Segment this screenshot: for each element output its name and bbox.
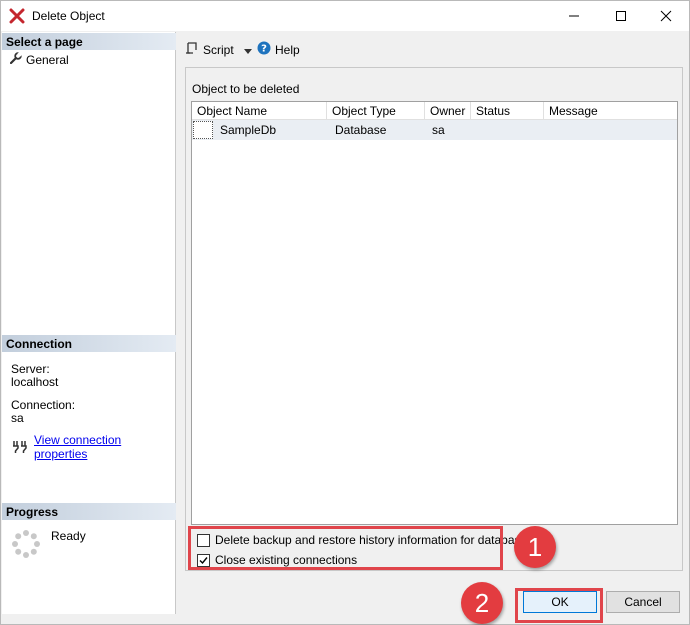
cell-object-type: Database (335, 123, 387, 137)
grid-header: Object Name Object Type Owner Status Mes… (192, 102, 677, 120)
server-value: localhost (11, 375, 59, 389)
table-row[interactable]: SampleDb Database sa (192, 120, 677, 140)
server-label: Server: (11, 362, 50, 376)
column-header-owner[interactable]: Owner (425, 102, 471, 120)
view-connection-properties-row: View connection properties (12, 433, 175, 461)
window-title: Delete Object (32, 9, 105, 23)
options-highlight-box (188, 526, 503, 570)
left-panel: Select a page General Connection Server:… (2, 32, 176, 614)
toolbar: Script ? Help (177, 32, 689, 65)
help-button[interactable]: ? Help (257, 41, 300, 58)
maximize-button[interactable] (598, 1, 644, 31)
title-bar: Delete Object (1, 1, 689, 31)
connection-label: Connection: (11, 398, 76, 412)
button-bar: OK Cancel (177, 573, 689, 623)
page-item-general[interactable]: General (9, 51, 69, 67)
progress-spinner-icon (11, 529, 41, 559)
progress-header: Progress (2, 503, 176, 520)
delete-object-dialog: Delete Object Select a page General Conn… (0, 0, 690, 625)
red-x-icon (9, 8, 25, 24)
script-button[interactable]: Script (185, 41, 252, 58)
main-content: Object to be deleted Object Name Object … (185, 67, 683, 571)
minimize-button[interactable] (551, 1, 597, 31)
connection-value: sa (11, 411, 24, 425)
wrench-icon (9, 51, 23, 67)
column-header-status[interactable]: Status (471, 102, 544, 120)
row-selector[interactable] (193, 121, 213, 139)
close-button[interactable] (643, 1, 689, 31)
select-page-header: Select a page (2, 33, 176, 50)
view-connection-properties-link[interactable]: View connection properties (34, 433, 175, 461)
column-header-object-name[interactable]: Object Name (192, 102, 327, 120)
ok-button[interactable]: OK (523, 591, 597, 613)
object-to-delete-label: Object to be deleted (192, 82, 300, 96)
chevron-down-icon[interactable] (243, 43, 252, 57)
page-item-label: General (26, 52, 69, 67)
svg-text:?: ? (261, 44, 267, 55)
annotation-badge-1: 1 (514, 526, 556, 568)
cell-status (475, 120, 479, 140)
script-icon (185, 41, 199, 58)
script-label: Script (203, 42, 234, 57)
connection-header: Connection (2, 335, 176, 352)
objects-grid[interactable]: Object Name Object Type Owner Status Mes… (191, 101, 678, 525)
help-label: Help (275, 42, 300, 57)
cell-object-name: SampleDb (220, 123, 277, 137)
column-header-message[interactable]: Message (544, 102, 677, 120)
cell-message (548, 120, 552, 140)
help-icon: ? (257, 41, 271, 58)
progress-status: Ready (51, 529, 86, 543)
cancel-button[interactable]: Cancel (606, 591, 680, 613)
connection-properties-icon (12, 439, 28, 456)
cell-owner: sa (432, 123, 445, 137)
column-header-object-type[interactable]: Object Type (327, 102, 425, 120)
